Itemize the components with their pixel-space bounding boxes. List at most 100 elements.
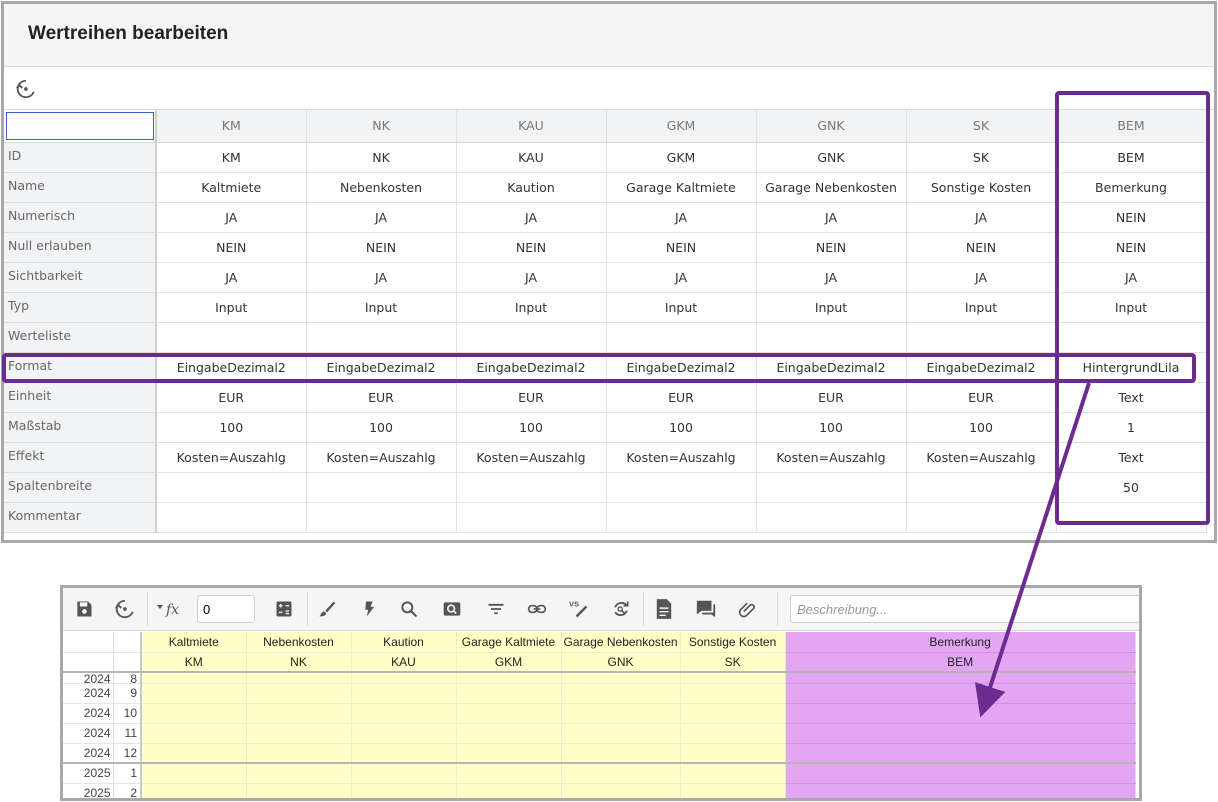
- property-cell[interactable]: [156, 322, 307, 353]
- column-header-nk[interactable]: NK: [306, 110, 457, 143]
- grid-cell[interactable]: [680, 763, 786, 784]
- property-cell[interactable]: Kosten=Auszahlg: [606, 442, 757, 473]
- grid-cell[interactable]: [246, 783, 352, 798]
- property-cell[interactable]: JA: [156, 202, 307, 233]
- filter-button[interactable]: [483, 596, 509, 622]
- grid-cell[interactable]: [246, 743, 352, 764]
- property-cell[interactable]: [906, 472, 1057, 503]
- property-cell[interactable]: KM: [156, 142, 307, 173]
- property-cell[interactable]: [456, 502, 607, 533]
- property-cell[interactable]: EUR: [756, 382, 907, 413]
- grid-cell[interactable]: [561, 683, 681, 704]
- property-cell[interactable]: Kaution: [456, 172, 607, 203]
- property-cell[interactable]: [306, 472, 457, 503]
- property-cell[interactable]: BEM: [1056, 142, 1207, 173]
- search-button[interactable]: [396, 596, 422, 622]
- grid-cell[interactable]: [351, 683, 457, 704]
- grid-column-name[interactable]: Sonstige Kosten: [680, 632, 786, 653]
- corner-input[interactable]: [5, 111, 154, 140]
- grid-cell[interactable]: [680, 743, 786, 764]
- grid-column-name[interactable]: Garage Nebenkosten: [561, 632, 681, 653]
- property-cell[interactable]: JA: [306, 202, 457, 233]
- grid-cell[interactable]: [246, 683, 352, 704]
- property-cell[interactable]: [756, 322, 907, 353]
- property-cell[interactable]: Sonstige Kosten: [906, 172, 1057, 203]
- property-cell[interactable]: NEIN: [606, 232, 757, 263]
- property-cell[interactable]: 1: [1056, 412, 1207, 443]
- property-cell[interactable]: [606, 472, 757, 503]
- property-cell[interactable]: [606, 502, 757, 533]
- property-cell[interactable]: 100: [306, 412, 457, 443]
- grid-cell[interactable]: [141, 672, 247, 684]
- grid-cell[interactable]: [141, 743, 247, 764]
- property-cell[interactable]: NEIN: [1056, 232, 1207, 263]
- property-cell[interactable]: NEIN: [756, 232, 907, 263]
- property-cell[interactable]: [306, 322, 457, 353]
- grid-cell[interactable]: [141, 723, 247, 744]
- property-cell[interactable]: Input: [1056, 292, 1207, 323]
- grid-cell[interactable]: [456, 723, 562, 744]
- compare-button[interactable]: VS: [566, 596, 592, 622]
- grid-column-id[interactable]: GKM: [456, 652, 562, 673]
- column-header-gkm[interactable]: GKM: [606, 110, 757, 143]
- comment-button[interactable]: [693, 596, 719, 622]
- property-cell[interactable]: 100: [156, 412, 307, 443]
- attachment-button[interactable]: [735, 596, 761, 622]
- property-cell[interactable]: EUR: [306, 382, 457, 413]
- grid-cell[interactable]: [680, 683, 786, 704]
- property-cell[interactable]: [456, 472, 607, 503]
- property-cell[interactable]: NEIN: [1056, 202, 1207, 233]
- document-button[interactable]: [651, 596, 677, 622]
- grid-cell[interactable]: [456, 672, 562, 684]
- grid-column-name[interactable]: Kaltmiete: [141, 632, 247, 653]
- find-button[interactable]: [439, 596, 465, 622]
- column-header-gnk[interactable]: GNK: [756, 110, 907, 143]
- property-cell[interactable]: JA: [456, 262, 607, 293]
- property-cell[interactable]: JA: [606, 262, 757, 293]
- property-cell[interactable]: [756, 472, 907, 503]
- brush-button[interactable]: [314, 596, 340, 622]
- grid-column-name[interactable]: Nebenkosten: [246, 632, 352, 653]
- grid-cell[interactable]: [456, 683, 562, 704]
- property-cell[interactable]: Text: [1056, 442, 1207, 473]
- property-cell[interactable]: NEIN: [906, 232, 1057, 263]
- property-cell[interactable]: Input: [906, 292, 1057, 323]
- property-cell[interactable]: KAU: [456, 142, 607, 173]
- reset-button[interactable]: [12, 76, 38, 102]
- property-cell[interactable]: GKM: [606, 142, 757, 173]
- grid-column-id[interactable]: NK: [246, 652, 352, 673]
- grid-column-id[interactable]: BEM: [785, 652, 1136, 673]
- property-cell[interactable]: EUR: [156, 382, 307, 413]
- grid-cell[interactable]: [351, 672, 457, 684]
- property-cell[interactable]: EingabeDezimal2: [756, 352, 907, 383]
- grid-cell[interactable]: [785, 683, 1136, 704]
- property-cell[interactable]: Input: [606, 292, 757, 323]
- property-cell[interactable]: JA: [756, 202, 907, 233]
- property-cell[interactable]: [306, 502, 457, 533]
- grid-cell[interactable]: [680, 672, 786, 684]
- property-cell[interactable]: JA: [1056, 262, 1207, 293]
- grid-cell[interactable]: [141, 703, 247, 724]
- property-cell[interactable]: EUR: [606, 382, 757, 413]
- grid-cell[interactable]: [785, 672, 1136, 684]
- property-cell[interactable]: EUR: [456, 382, 607, 413]
- property-cell[interactable]: GNK: [756, 142, 907, 173]
- grid-cell[interactable]: [561, 672, 681, 684]
- grid-cell[interactable]: [246, 723, 352, 744]
- property-cell[interactable]: [156, 502, 307, 533]
- property-cell[interactable]: 100: [606, 412, 757, 443]
- property-cell[interactable]: [1056, 502, 1207, 533]
- property-cell[interactable]: EingabeDezimal2: [606, 352, 757, 383]
- property-cell[interactable]: JA: [606, 202, 757, 233]
- property-cell[interactable]: Garage Kaltmiete: [606, 172, 757, 203]
- property-cell[interactable]: EingabeDezimal2: [456, 352, 607, 383]
- property-cell[interactable]: JA: [156, 262, 307, 293]
- property-cell[interactable]: [756, 502, 907, 533]
- property-cell[interactable]: EingabeDezimal2: [306, 352, 457, 383]
- grid-cell[interactable]: [680, 723, 786, 744]
- property-cell[interactable]: 100: [906, 412, 1057, 443]
- property-cell[interactable]: 100: [456, 412, 607, 443]
- property-cell[interactable]: Input: [306, 292, 457, 323]
- property-cell[interactable]: EUR: [906, 382, 1057, 413]
- property-cell[interactable]: [156, 472, 307, 503]
